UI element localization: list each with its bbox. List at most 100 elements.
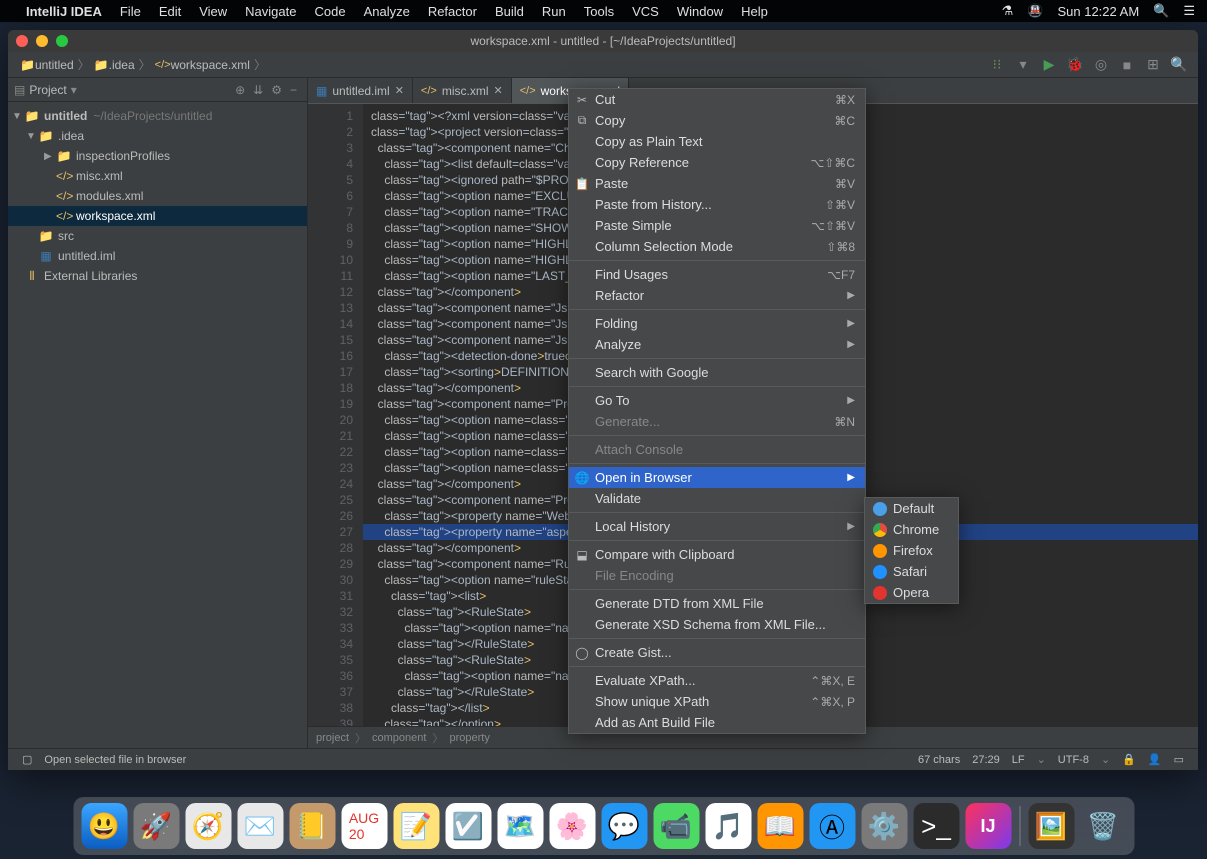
menu-help[interactable]: Help: [741, 4, 768, 19]
cm-add-ant[interactable]: Add as Ant Build File: [569, 712, 865, 733]
run-button[interactable]: ▶: [1039, 55, 1059, 75]
clock[interactable]: Sun 12:22 AM: [1057, 4, 1139, 19]
dock-contacts[interactable]: 📒: [289, 803, 335, 849]
dock-calendar[interactable]: AUG20: [341, 803, 387, 849]
breadcrumb-item[interactable]: untitled: [35, 58, 74, 72]
status-icon[interactable]: ▢: [22, 753, 32, 766]
lock-icon[interactable]: 🔒: [1122, 753, 1136, 766]
dock-launchpad[interactable]: 🚀: [133, 803, 179, 849]
close-icon[interactable]: ✕: [395, 84, 404, 97]
dock-terminal[interactable]: >_: [913, 803, 959, 849]
search-button[interactable]: 🔍: [1169, 55, 1189, 75]
cm-gen-dtd[interactable]: Generate DTD from XML File: [569, 593, 865, 614]
menu-view[interactable]: View: [199, 4, 227, 19]
browser-opera[interactable]: Opera: [865, 582, 958, 603]
dock-ibooks[interactable]: 📖: [757, 803, 803, 849]
window-minimize-button[interactable]: [36, 35, 48, 47]
dock-trash[interactable]: 🗑️: [1080, 803, 1126, 849]
dock-intellij[interactable]: IJ: [965, 803, 1011, 849]
cm-compare-clipboard[interactable]: ⬓Compare with Clipboard: [569, 544, 865, 565]
dock-itunes[interactable]: 🎵: [705, 803, 751, 849]
memory-icon[interactable]: ▭: [1174, 753, 1184, 766]
inspector-icon[interactable]: 👤: [1148, 753, 1162, 766]
cm-local-history[interactable]: Local History▶: [569, 516, 865, 537]
dock-finder[interactable]: 😃: [81, 803, 127, 849]
panel-title[interactable]: Project: [29, 83, 66, 97]
tray-icon[interactable]: ⚗: [1002, 3, 1014, 19]
tree-file-iml[interactable]: ▦untitled.iml: [8, 246, 307, 266]
window-maximize-button[interactable]: [56, 35, 68, 47]
cm-copy-plain[interactable]: Copy as Plain Text: [569, 131, 865, 152]
menu-refactor[interactable]: Refactor: [428, 4, 477, 19]
dock-safari[interactable]: 🧭: [185, 803, 231, 849]
tree-file[interactable]: </>modules.xml: [8, 186, 307, 206]
tree-file[interactable]: </>misc.xml: [8, 166, 307, 186]
cm-create-gist[interactable]: ◯Create Gist...: [569, 642, 865, 663]
cm-refactor[interactable]: Refactor▶: [569, 285, 865, 306]
stop-button[interactable]: ■: [1117, 55, 1137, 75]
status-position[interactable]: 27:29: [972, 754, 1000, 766]
scroll-to-source-icon[interactable]: ⊕: [235, 83, 245, 97]
dock-folder[interactable]: 🖼️: [1028, 803, 1074, 849]
run-config-icon[interactable]: ⁝⁝: [987, 55, 1007, 75]
cm-show-xpath[interactable]: Show unique XPath⌃⌘X, P: [569, 691, 865, 712]
cm-search-google[interactable]: Search with Google: [569, 362, 865, 383]
menu-analyze[interactable]: Analyze: [364, 4, 410, 19]
status-line-ending[interactable]: LF: [1012, 754, 1025, 766]
cm-copy-ref[interactable]: Copy Reference⌥⇧⌘C: [569, 152, 865, 173]
crumb-item[interactable]: project: [316, 732, 349, 744]
cm-validate[interactable]: Validate: [569, 488, 865, 509]
cm-analyze[interactable]: Analyze▶: [569, 334, 865, 355]
layout-button[interactable]: ⊞: [1143, 55, 1163, 75]
cm-gen-xsd[interactable]: Generate XSD Schema from XML File...: [569, 614, 865, 635]
menu-build[interactable]: Build: [495, 4, 524, 19]
tree-folder-idea[interactable]: ▼📁.idea: [8, 126, 307, 146]
editor-tab[interactable]: ▦untitled.iml✕: [308, 78, 413, 103]
dock-photos[interactable]: 🌸: [549, 803, 595, 849]
dock-preferences[interactable]: ⚙️: [861, 803, 907, 849]
breadcrumb-item[interactable]: .idea: [109, 58, 135, 72]
menu-window[interactable]: Window: [677, 4, 723, 19]
cm-eval-xpath[interactable]: Evaluate XPath...⌃⌘X, E: [569, 670, 865, 691]
dock-mail[interactable]: ✉️: [237, 803, 283, 849]
editor-tab[interactable]: </>misc.xml✕: [413, 78, 512, 103]
crumb-item[interactable]: component: [372, 732, 426, 744]
dock-messages[interactable]: 💬: [601, 803, 647, 849]
browser-safari[interactable]: Safari: [865, 561, 958, 582]
cm-open-in-browser[interactable]: 🌐Open in Browser▶: [569, 467, 865, 488]
tree-project-root[interactable]: ▼📁 untitled~/IdeaProjects/untitled: [8, 106, 307, 126]
tree-folder-src[interactable]: 📁src: [8, 226, 307, 246]
dock-reminders[interactable]: ☑️: [445, 803, 491, 849]
menu-navigate[interactable]: Navigate: [245, 4, 296, 19]
dock-facetime[interactable]: 📹: [653, 803, 699, 849]
cm-cut[interactable]: ✂Cut⌘X: [569, 89, 865, 110]
app-name[interactable]: IntelliJ IDEA: [26, 4, 102, 19]
hide-icon[interactable]: −: [290, 83, 297, 97]
menu-tools[interactable]: Tools: [584, 4, 614, 19]
tree-external-libs[interactable]: ⦀External Libraries: [8, 266, 307, 286]
cm-folding[interactable]: Folding▶: [569, 313, 865, 334]
menu-code[interactable]: Code: [314, 4, 345, 19]
cm-find-usages[interactable]: Find Usages⌥F7: [569, 264, 865, 285]
browser-firefox[interactable]: Firefox: [865, 540, 958, 561]
spotlight-icon[interactable]: 🔍: [1153, 3, 1169, 19]
dropdown-icon[interactable]: ▾: [1013, 55, 1033, 75]
debug-button[interactable]: 🐞: [1065, 55, 1085, 75]
browser-chrome[interactable]: Chrome: [865, 519, 958, 540]
menu-edit[interactable]: Edit: [159, 4, 181, 19]
status-encoding[interactable]: UTF-8: [1058, 754, 1089, 766]
cm-paste-history[interactable]: Paste from History...⇧⌘V: [569, 194, 865, 215]
menu-file[interactable]: File: [120, 4, 141, 19]
dock-appstore[interactable]: Ⓐ: [809, 803, 855, 849]
cm-goto[interactable]: Go To▶: [569, 390, 865, 411]
settings-icon[interactable]: ⚙: [271, 83, 282, 97]
tree-folder-inspection[interactable]: ▶📁inspectionProfiles: [8, 146, 307, 166]
menu-run[interactable]: Run: [542, 4, 566, 19]
browser-default[interactable]: Default: [865, 498, 958, 519]
collapse-all-icon[interactable]: ⇊: [253, 83, 263, 97]
cm-copy[interactable]: ⧉Copy⌘C: [569, 110, 865, 131]
coverage-button[interactable]: ◎: [1091, 55, 1111, 75]
cm-column-selection[interactable]: Column Selection Mode⇧⌘8: [569, 236, 865, 257]
menu-icon[interactable]: ☰: [1183, 3, 1195, 19]
tray-icon[interactable]: 🚇: [1027, 3, 1043, 19]
